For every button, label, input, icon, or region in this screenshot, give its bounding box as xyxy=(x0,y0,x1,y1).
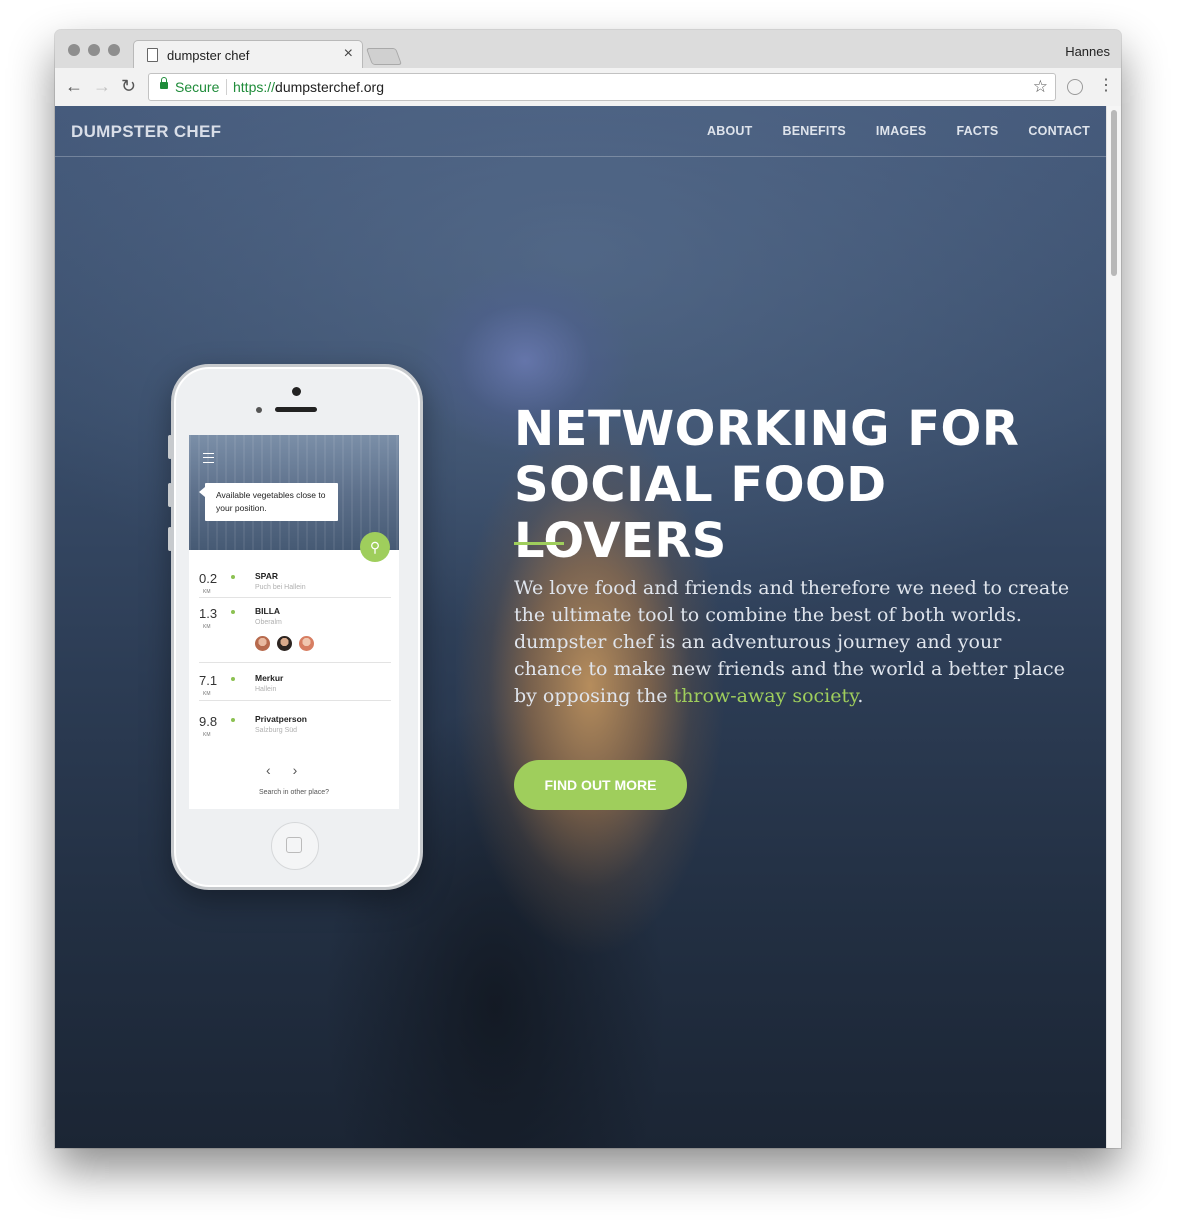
location-place: Puch bei Hallein xyxy=(255,584,306,591)
phone-side-button xyxy=(168,527,172,551)
minimize-window-button[interactable] xyxy=(88,44,100,56)
app-info-bubble: Available vegetables close to your posit… xyxy=(199,483,338,521)
pager: ‹ › xyxy=(266,762,319,778)
location-distance: 9.8 xyxy=(199,714,218,729)
row-divider xyxy=(199,700,391,701)
tab-title: dumpster chef xyxy=(167,48,250,63)
lock-icon xyxy=(160,77,168,89)
distance-unit: KM xyxy=(203,732,211,738)
hero-title-line: NETWORKING FOR xyxy=(514,401,1020,457)
scrollbar-thumb[interactable] xyxy=(1111,110,1117,276)
app-bubble-text: Available vegetables close to your posit… xyxy=(216,490,326,513)
location-distance: 1.3 xyxy=(199,606,218,621)
phone-side-button xyxy=(168,483,172,507)
back-icon[interactable]: ← xyxy=(65,76,83,96)
location-name: SPAR xyxy=(255,571,278,581)
site-navbar: DUMPSTER CHEF ABOUT BENEFITS IMAGES FACT… xyxy=(55,106,1106,157)
prev-icon: ‹ xyxy=(266,762,271,778)
row-divider xyxy=(199,597,391,598)
location-name: BILLA xyxy=(255,606,281,616)
status-dot xyxy=(231,677,235,681)
location-place: Oberalm xyxy=(255,619,282,626)
secure-label: Secure xyxy=(175,79,220,95)
distance-unit: KM xyxy=(203,624,211,630)
browser-toolbar: ← → ↻ Secure https://dumpsterchef.org ☆ … xyxy=(55,68,1121,107)
avatar xyxy=(299,636,314,651)
home-button-icon xyxy=(286,837,302,853)
next-icon: › xyxy=(292,762,298,778)
location-name: Privatperson xyxy=(255,714,307,724)
phone-mockup: Available vegetables close to your posit… xyxy=(168,364,423,890)
status-dot xyxy=(231,575,235,579)
forward-icon[interactable]: → xyxy=(93,76,111,96)
avatar xyxy=(255,636,270,651)
search-other-place: Search in other place? xyxy=(258,789,330,796)
url-scheme: https:// xyxy=(233,79,276,95)
reload-icon[interactable]: ↻ xyxy=(121,76,136,96)
hero-description: We love food and friends and therefore w… xyxy=(514,575,1074,710)
nav-link-about[interactable]: ABOUT xyxy=(707,124,752,138)
hero-divider xyxy=(514,542,564,545)
tab-close-icon[interactable]: × xyxy=(344,45,353,63)
location-place: Hallein xyxy=(255,686,277,693)
url-text[interactable]: https://dumpsterchef.org xyxy=(233,79,384,95)
site-nav-links: ABOUT BENEFITS IMAGES FACTS CONTACT xyxy=(707,124,1090,138)
page-icon xyxy=(147,48,158,62)
phone-camera xyxy=(292,387,301,396)
location-distance: 0.2 xyxy=(199,571,218,586)
extension-icon[interactable] xyxy=(1067,79,1083,95)
title-bar: dumpster chef × Hannes xyxy=(55,30,1121,70)
url-host: dumpsterchef.org xyxy=(275,79,384,95)
web-page: DUMPSTER CHEF ABOUT BENEFITS IMAGES FACT… xyxy=(55,106,1106,1148)
find-out-more-button[interactable]: FIND OUT MORE xyxy=(514,760,687,810)
location-distance: 7.1 xyxy=(199,673,218,688)
browser-window: dumpster chef × Hannes ← → ↻ Secure http… xyxy=(55,30,1121,1148)
new-tab-button[interactable] xyxy=(365,48,403,65)
location-place: Salzburg Süd xyxy=(255,727,298,734)
hamburger-menu-icon xyxy=(203,453,214,463)
row-divider xyxy=(199,662,391,663)
phone-speaker xyxy=(275,407,317,412)
site-brand[interactable]: DUMPSTER CHEF xyxy=(71,122,221,142)
avatar xyxy=(277,636,292,651)
nav-link-images[interactable]: IMAGES xyxy=(876,124,927,138)
maximize-window-button[interactable] xyxy=(108,44,120,56)
profile-name[interactable]: Hannes xyxy=(1065,44,1110,59)
phone-side-button xyxy=(168,435,172,459)
distance-unit: KM xyxy=(203,589,211,595)
address-separator xyxy=(226,79,227,95)
browser-menu-icon[interactable]: ⋮ xyxy=(1098,76,1114,96)
location-name: Merkur xyxy=(255,673,284,683)
nav-link-benefits[interactable]: BENEFITS xyxy=(783,124,846,138)
page-scrollbar[interactable] xyxy=(1106,106,1121,1148)
phone-screen: Available vegetables close to your posit… xyxy=(189,435,399,809)
hero-text-end: . xyxy=(857,685,864,707)
nav-link-contact[interactable]: CONTACT xyxy=(1028,124,1090,138)
hero-title-line: SOCIAL FOOD LOVERS xyxy=(514,457,887,569)
status-dot xyxy=(231,610,235,614)
browser-tab[interactable]: dumpster chef × xyxy=(133,40,363,70)
close-window-button[interactable] xyxy=(68,44,80,56)
location-pin-icon: ⚲ xyxy=(360,532,390,562)
hero-text-highlight: throw-away society xyxy=(673,685,858,707)
hero-title: NETWORKING FOR SOCIAL FOOD LOVERS xyxy=(514,401,1074,569)
phone-sensor xyxy=(256,407,262,413)
bookmark-star-icon[interactable]: ☆ xyxy=(1033,77,1048,97)
distance-unit: KM xyxy=(203,691,211,697)
address-bar[interactable]: Secure https://dumpsterchef.org ☆ xyxy=(148,73,1056,101)
nav-link-facts[interactable]: FACTS xyxy=(956,124,998,138)
status-dot xyxy=(231,718,235,722)
